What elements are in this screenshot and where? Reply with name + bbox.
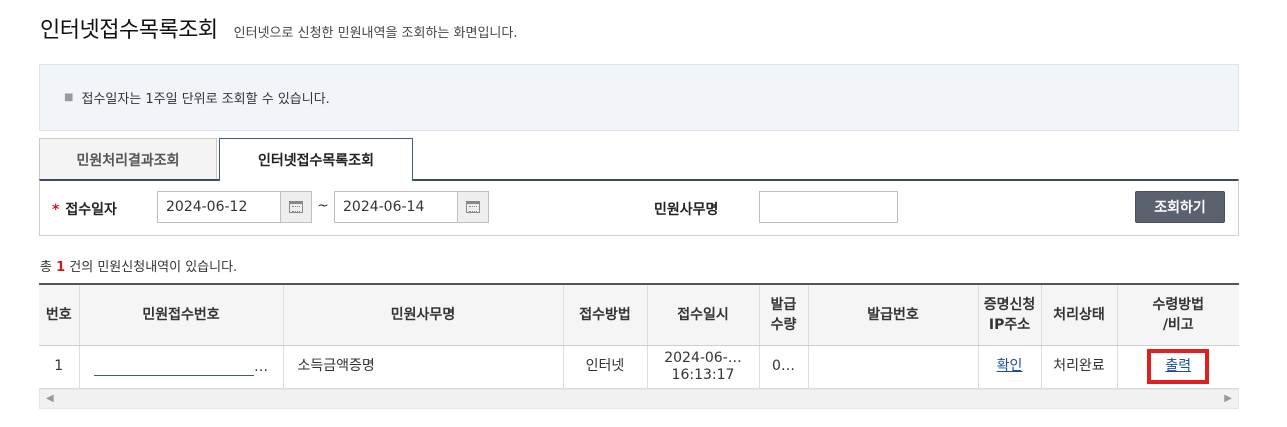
- count-prefix: 총: [40, 260, 52, 275]
- col-header-receipt-no: 민원접수번호: [79, 283, 284, 346]
- date-from-input[interactable]: 2024-06-12: [157, 191, 281, 223]
- tab-bar: 민원처리결과조회 인터넷접수목록조회: [39, 138, 415, 181]
- bullet-icon: ■: [64, 92, 74, 103]
- date-label-text: 접수일자: [65, 202, 117, 218]
- title-row: 인터넷접수목록조회 인터넷으로 신청한 민원내역을 조회하는 화면입니다.: [40, 12, 517, 44]
- result-table: 번호 민원접수번호 민원사무명 접수방법 접수일시 발급 수량 발급번호 증명신청…: [39, 283, 1239, 389]
- scroll-right-icon[interactable]: ▶: [1224, 393, 1232, 404]
- date-from-calendar-button[interactable]: [280, 191, 312, 223]
- cell-issue-no: [808, 345, 979, 389]
- col-header-datetime: 접수일시: [647, 283, 760, 346]
- calendar-icon: [289, 201, 303, 213]
- required-mark: *: [52, 202, 60, 218]
- col-header-no: 번호: [39, 283, 80, 346]
- cell-office: 소득금액증명: [283, 345, 564, 389]
- cell-ip: 확인: [978, 345, 1042, 389]
- office-name-input[interactable]: [759, 191, 898, 223]
- search-button[interactable]: 조회하기: [1135, 191, 1225, 223]
- cell-datetime: 2024-06-… 16:13:17: [647, 345, 760, 389]
- cell-no: 1: [39, 345, 80, 389]
- col-header-issue-no: 발급번호: [808, 283, 979, 346]
- tab-internet-receipt-list[interactable]: 인터넷접수목록조회: [219, 138, 413, 181]
- col-header-qty: 발급 수량: [759, 283, 809, 346]
- ip-confirm-link[interactable]: 확인: [997, 358, 1023, 374]
- count-number: 1: [56, 260, 66, 275]
- cell-qty: 0…: [759, 345, 809, 389]
- cell-status: 처리완료: [1041, 345, 1118, 389]
- result-count: 총 1 건의 민원신청내역이 있습니다.: [40, 256, 237, 275]
- search-panel: * 접수일자 2024-06-12 ~ 2024-06-14 민원사무명 조회하기: [39, 179, 1239, 236]
- notice-box: ■ 접수일자는 1주일 단위로 조회할 수 있습니다.: [39, 64, 1239, 131]
- date-label: * 접수일자: [52, 199, 117, 219]
- print-highlight-box: 출력: [1147, 349, 1210, 384]
- col-header-method: 접수방법: [563, 283, 648, 346]
- notice-text: 접수일자는 1주일 단위로 조회할 수 있습니다.: [81, 92, 330, 107]
- table-row: 1 … 소득금액증명 인터넷 2024-06-… 16:13:17 0… 확인 처…: [39, 345, 1239, 389]
- cell-receive: 출력: [1117, 345, 1239, 389]
- date-to-calendar-button[interactable]: [457, 191, 489, 223]
- col-header-office: 민원사무명: [283, 283, 564, 346]
- col-header-status: 처리상태: [1041, 283, 1118, 346]
- page-description: 인터넷으로 신청한 민원내역을 조회하는 화면입니다.: [233, 26, 518, 41]
- tab-result-inquiry[interactable]: 민원처리결과조회: [39, 138, 217, 180]
- calendar-icon: [466, 201, 480, 213]
- table-header-row: 번호 민원접수번호 민원사무명 접수방법 접수일시 발급 수량 발급번호 증명신청…: [39, 283, 1239, 346]
- print-link[interactable]: 출력: [1165, 358, 1191, 375]
- date-to-input[interactable]: 2024-06-14: [334, 191, 458, 223]
- office-label: 민원사무명: [654, 202, 719, 218]
- cell-receipt-no: …: [79, 345, 284, 389]
- col-header-receive: 수령방법/비고: [1117, 283, 1239, 346]
- masked-receipt-number: [94, 358, 254, 376]
- count-suffix: 건의 민원신청내역이 있습니다.: [69, 260, 238, 275]
- cell-method: 인터넷: [563, 345, 648, 389]
- horizontal-scrollbar[interactable]: ◀ ▶: [39, 389, 1239, 409]
- col-header-ip: 증명신청 IP주소: [978, 283, 1042, 346]
- date-range-separator: ~: [317, 198, 329, 214]
- page-title: 인터넷접수목록조회: [40, 18, 218, 43]
- scroll-left-icon[interactable]: ◀: [46, 393, 54, 404]
